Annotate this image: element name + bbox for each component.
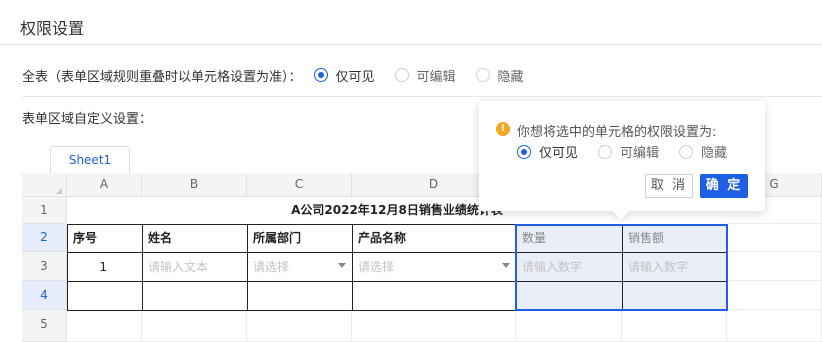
selection-border [515,224,728,311]
row-header-1[interactable]: 1 [22,197,67,224]
radio-label: 可编辑 [620,146,660,161]
global-permission-row: 全表（表单区域规则重叠时以单元格设置为准）： 仅可见 可编辑 隐藏 [22,66,544,85]
row-header-2[interactable]: 2 [22,224,67,252]
product-select-cell[interactable]: 请选择 [352,252,517,282]
grid-cell[interactable] [622,310,727,342]
product-placeholder: 请选择 [358,260,395,274]
grid-cell[interactable] [727,224,822,252]
grid-corner[interactable] [22,173,67,197]
row-header-4[interactable]: 4 [22,281,67,310]
radio-dot-icon [517,144,531,159]
grid-cell[interactable] [727,252,822,281]
radio-dot-icon [475,68,490,82]
grid-cell[interactable] [142,310,247,342]
header-cell-product[interactable]: 产品名称 [352,224,517,253]
popover-question: 你想将选中的单元格的权限设置为: [517,125,717,140]
global-radio-hidden[interactable]: 隐藏 [475,66,524,85]
grid-cell[interactable] [727,310,822,342]
empty-cell[interactable] [67,281,143,311]
chevron-down-icon [338,263,346,268]
radio-dot-icon [394,68,409,82]
grid-cell[interactable] [352,310,516,342]
column-header-b[interactable]: B [142,173,247,197]
header-name: 姓名 [148,231,173,245]
cancel-button[interactable]: 取 消 [645,174,693,198]
radio-label: 隐藏 [701,146,728,161]
table-title: A公司2022年12月8日销售业绩统计表 [291,203,503,217]
dept-select-cell[interactable]: 请选择 [247,252,353,282]
name-input-cell[interactable]: 请输入文本 [142,252,248,282]
warning-icon: ! [496,122,510,136]
seq-value: 1 [99,260,107,274]
name-placeholder: 请输入文本 [148,260,209,274]
empty-cell[interactable] [247,281,353,311]
header-cell-seq[interactable]: 序号 [67,224,143,253]
radio-label: 仅可见 [335,69,375,85]
empty-cell[interactable] [352,281,517,311]
column-header-a[interactable]: A [67,173,142,197]
grid-cell[interactable] [67,310,142,342]
grid-cell[interactable] [516,310,622,342]
header-dept: 所属部门 [253,231,302,245]
column-header-c[interactable]: C [247,173,352,197]
custom-region-label: 表单区域自定义设置： [22,112,153,127]
header-cell-dept[interactable]: 所属部门 [247,224,353,253]
global-radio-view-only[interactable]: 仅可见 [313,66,375,85]
dept-placeholder: 请选择 [253,260,290,274]
page-title: 权限设置 [20,19,85,38]
global-radio-editable[interactable]: 可编辑 [394,66,456,85]
corner-triangle-icon [56,188,62,194]
header-seq: 序号 [73,231,98,245]
permission-popover: ! 你想将选中的单元格的权限设置为: 仅可见 可编辑 隐藏 取 消 确 定 [479,101,765,211]
grid-cell[interactable] [727,281,822,310]
seq-cell[interactable]: 1 [67,252,143,282]
radio-dot-icon [679,144,694,159]
grid-cell[interactable] [247,310,352,342]
header-cell-name[interactable]: 姓名 [142,224,248,253]
popover-radio-view-only[interactable]: 仅可见 [517,142,578,161]
row-header-5[interactable]: 5 [22,310,67,342]
sheet-tab[interactable]: Sheet1 [50,146,130,173]
popover-radio-group: 仅可见 可编辑 隐藏 [517,142,747,161]
radio-dot-icon [598,144,613,159]
popover-radio-editable[interactable]: 可编辑 [598,142,659,161]
row-header-3[interactable]: 3 [22,252,67,281]
chevron-down-icon [502,263,510,268]
radio-label: 仅可见 [539,146,579,161]
divider [0,44,822,45]
empty-cell[interactable] [142,281,248,311]
divider [22,96,822,97]
radio-dot-icon [313,68,328,82]
global-permission-label: 全表（表单区域规则重叠时以单元格设置为准）： [22,69,302,85]
radio-label: 可编辑 [416,69,456,85]
popover-radio-hidden[interactable]: 隐藏 [679,142,727,161]
header-product: 产品名称 [358,231,407,245]
radio-label: 隐藏 [497,69,524,85]
confirm-button[interactable]: 确 定 [700,174,748,198]
